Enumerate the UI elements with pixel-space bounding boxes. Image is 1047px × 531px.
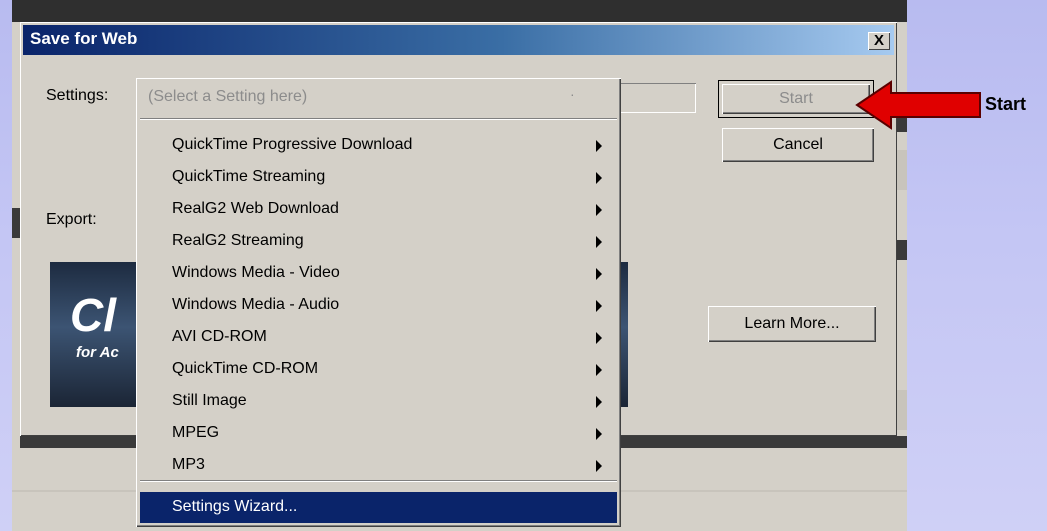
learn-more-button[interactable]: Learn More... [708, 306, 876, 342]
menu-item[interactable]: RealG2 Streaming [140, 226, 617, 257]
banner-tagline: for Ac [76, 344, 119, 361]
menu-item[interactable]: RealG2 Web Download [140, 194, 617, 225]
menu-item-label: RealG2 Streaming [172, 232, 304, 249]
export-label: Export: [46, 211, 97, 228]
menu-item-label: QuickTime Progressive Download [172, 136, 413, 153]
submenu-arrow-icon [596, 364, 602, 376]
background-toolbar [12, 0, 907, 22]
submenu-arrow-icon [596, 396, 602, 408]
banner-logo-text: Cl [70, 289, 116, 341]
submenu-arrow-icon [596, 268, 602, 280]
submenu-arrow-icon [596, 300, 602, 312]
menu-item-label: MPEG [172, 424, 220, 441]
menu-item[interactable]: QuickTime CD-ROM [140, 354, 617, 385]
settings-placeholder[interactable]: (Select a Setting here) [148, 88, 307, 106]
annotation-arrow-icon [855, 80, 981, 130]
settings-label: Settings: [46, 87, 109, 104]
submenu-arrow-icon [596, 332, 602, 344]
menu-item[interactable]: MPEG [140, 418, 617, 449]
menu-item[interactable]: QuickTime Progressive Download [140, 130, 617, 161]
menu-item-label: AVI CD-ROM [172, 328, 267, 345]
start-button[interactable]: Start [722, 84, 870, 114]
menu-item-label: MP3 [172, 456, 205, 473]
submenu-arrow-icon [596, 172, 602, 184]
submenu-arrow-icon [596, 428, 602, 440]
menu-item[interactable]: MP3 [140, 450, 617, 481]
menu-separator [140, 480, 617, 482]
menu-item[interactable]: AVI CD-ROM [140, 322, 617, 353]
menu-item-settings-wizard[interactable]: Settings Wizard... [140, 492, 617, 523]
menu-item-label: QuickTime CD-ROM [172, 360, 319, 377]
close-button[interactable]: X [868, 32, 890, 50]
menu-item-label: RealG2 Web Download [172, 200, 339, 217]
menu-item-label: Settings Wizard... [172, 498, 298, 515]
menu-separator [140, 118, 617, 120]
menu-item[interactable]: Still Image [140, 386, 617, 417]
cancel-button[interactable]: Cancel [722, 128, 874, 162]
dialog-titlebar[interactable] [23, 25, 894, 55]
annotation-label: Start [985, 94, 1027, 114]
submenu-arrow-icon [596, 204, 602, 216]
menu-item[interactable]: Windows Media - Video [140, 258, 617, 289]
placeholder-dot: · [570, 86, 575, 102]
menu-item[interactable]: Windows Media - Audio [140, 290, 617, 321]
menu-item-label: Windows Media - Video [172, 264, 340, 281]
menu-item-label: Windows Media - Audio [172, 296, 340, 313]
submenu-arrow-icon [596, 460, 602, 472]
menu-item-label: QuickTime Streaming [172, 168, 326, 185]
submenu-arrow-icon [596, 236, 602, 248]
menu-item-label: Still Image [172, 392, 247, 409]
submenu-arrow-icon [596, 140, 602, 152]
dialog-title: Save for Web [30, 29, 138, 48]
menu-item[interactable]: QuickTime Streaming [140, 162, 617, 193]
settings-combo-field[interactable] [618, 83, 696, 113]
